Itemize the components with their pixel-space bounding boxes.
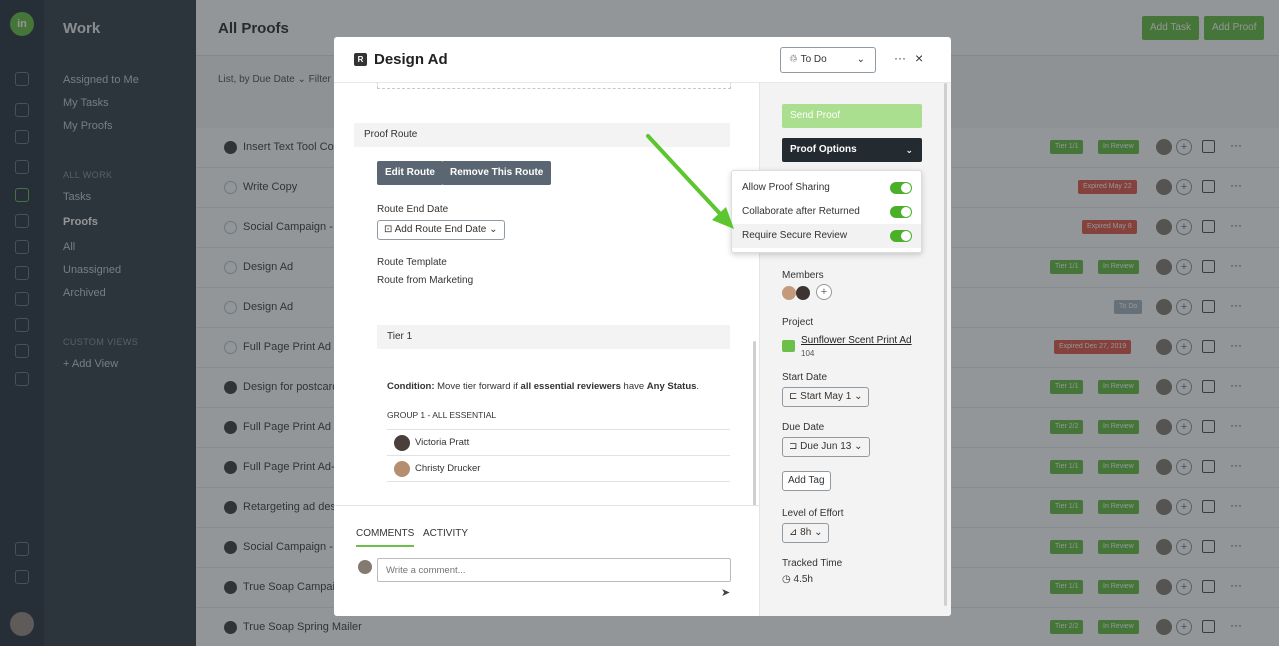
arrow-shaft <box>646 134 726 220</box>
annotation-arrow <box>646 134 734 229</box>
